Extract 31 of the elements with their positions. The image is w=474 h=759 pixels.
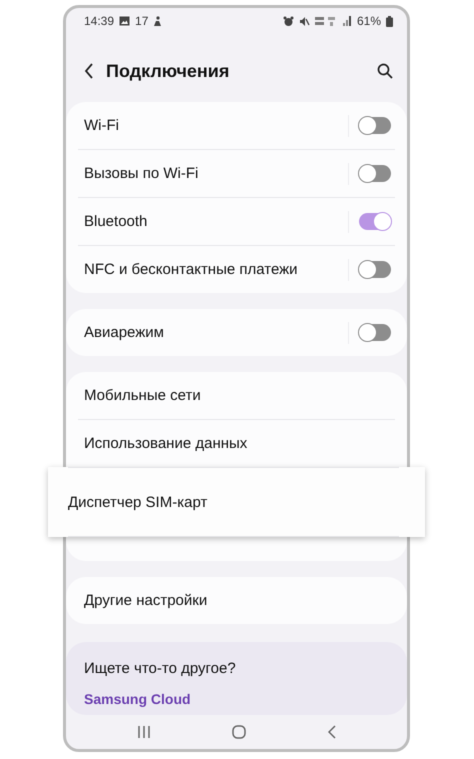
- signal-icon: [342, 16, 352, 26]
- setting-label[interactable]: Вызовы по Wi-Fi: [78, 165, 348, 182]
- toggle-switch[interactable]: [359, 165, 391, 182]
- back-nav-icon[interactable]: [328, 725, 336, 740]
- setting-label[interactable]: Авиарежим: [78, 324, 348, 342]
- back-icon[interactable]: [84, 63, 94, 80]
- status-time: 14:39: [84, 14, 114, 28]
- recent-apps-icon[interactable]: [136, 726, 151, 738]
- mute-icon: [298, 16, 310, 27]
- setting-label[interactable]: NFC и бесконтактные платежи: [78, 261, 348, 278]
- page-title: Подключения: [106, 60, 230, 82]
- notification-count: 17: [135, 14, 148, 28]
- toggle-switch[interactable]: [359, 117, 391, 134]
- toggle-switch[interactable]: [359, 261, 391, 278]
- toggle-switch[interactable]: [359, 324, 391, 342]
- network-icon: [314, 16, 337, 27]
- figure-icon: [153, 16, 162, 27]
- setting-label[interactable]: Другие настройки: [78, 592, 395, 610]
- setting-label[interactable]: Wi-Fi: [78, 117, 348, 134]
- setting-label[interactable]: Использование данных: [78, 435, 395, 452]
- setting-label[interactable]: Мобильные сети: [78, 387, 395, 404]
- battery-percent: 61%: [356, 14, 381, 28]
- home-icon[interactable]: [232, 725, 246, 740]
- suggestion-link[interactable]: Samsung Cloud: [84, 691, 191, 708]
- suggestion-question: Ищете что-то другое?: [84, 660, 237, 678]
- highlighted-menu-item[interactable]: Диспетчер SIM-карт: [48, 467, 425, 538]
- setting-label[interactable]: Bluetooth: [78, 213, 348, 230]
- image-icon: [119, 16, 130, 26]
- search-icon[interactable]: [377, 63, 393, 80]
- toggle-switch[interactable]: [359, 213, 391, 230]
- battery-icon: [386, 16, 393, 27]
